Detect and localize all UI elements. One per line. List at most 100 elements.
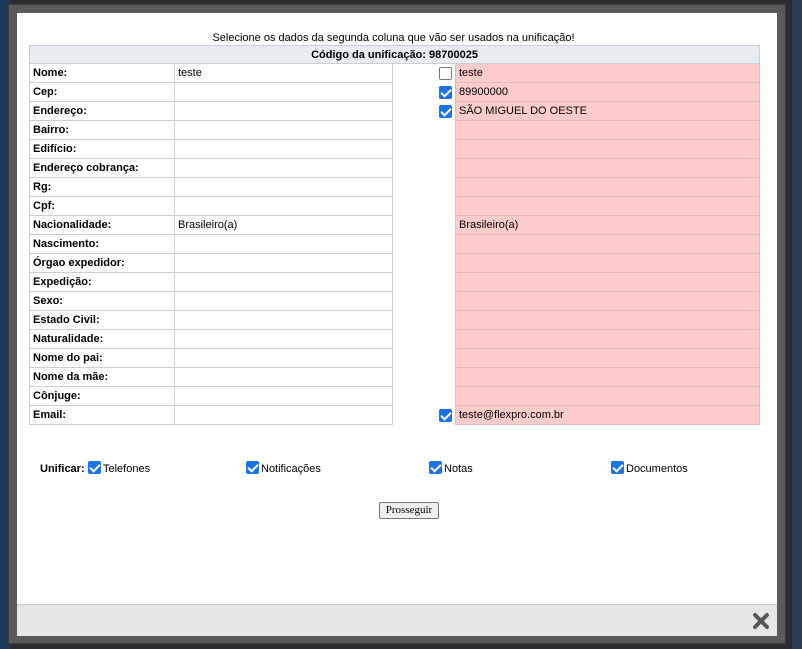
instruction-text: Selecione os dados da segunda coluna que… xyxy=(212,32,575,44)
unify-options: Unificar: Telefones Notificações Notas Docu… xyxy=(40,461,780,475)
field-row: Endereço: SÃO MIGUEL DO OESTE xyxy=(29,101,761,121)
field-label: Endereço: xyxy=(29,101,175,121)
current-value xyxy=(174,139,393,159)
unify-option-checkbox[interactable] xyxy=(611,461,624,474)
current-value xyxy=(174,367,393,387)
select-cell xyxy=(393,406,456,425)
unify-label: Unificar: xyxy=(40,463,85,475)
field-row: Nacionalidade: Brasileiro(a) Brasileiro(a) xyxy=(29,215,761,235)
current-value: teste xyxy=(174,63,393,83)
current-value xyxy=(174,386,393,406)
field-row: Órgao expedidor: xyxy=(29,253,761,273)
field-label: Bairro: xyxy=(29,120,175,140)
new-value xyxy=(454,291,761,311)
current-value xyxy=(174,405,393,425)
current-value xyxy=(174,310,393,330)
field-label: Nacionalidade: xyxy=(29,215,175,235)
select-cell xyxy=(393,159,456,178)
field-label: Nome do pai: xyxy=(29,348,175,368)
current-value xyxy=(174,101,393,121)
unify-option: Documentos xyxy=(611,461,688,475)
new-value xyxy=(454,196,761,216)
unify-option-label: Telefones xyxy=(103,463,151,475)
new-value: 89900000 xyxy=(454,82,761,102)
unify-option-label: Notas xyxy=(444,463,473,475)
field-row: Nascimento: xyxy=(29,234,761,254)
unify-option-checkbox[interactable] xyxy=(88,461,101,474)
field-row: Nome da mãe: xyxy=(29,367,761,387)
field-row: Expedição: xyxy=(29,272,761,292)
unify-option-checkbox[interactable] xyxy=(429,461,442,474)
unify-option-label: Documentos xyxy=(626,463,688,475)
field-row: Edifício: xyxy=(29,139,761,159)
current-value xyxy=(174,329,393,349)
select-cell xyxy=(393,235,456,254)
current-value xyxy=(174,348,393,368)
dialog-footer xyxy=(17,604,777,636)
code-header-row: Código da unificação: 98700025 xyxy=(28,45,761,64)
unify-option: Telefones xyxy=(88,461,150,475)
field-label: Nome da mãe: xyxy=(29,367,175,387)
select-cell xyxy=(393,140,456,159)
current-value xyxy=(174,291,393,311)
current-value xyxy=(174,234,393,254)
new-value xyxy=(454,386,761,406)
field-row: Email: teste@flexpro.com.br xyxy=(29,405,761,425)
field-row: Endereço cobrança: xyxy=(29,158,761,178)
new-value xyxy=(454,120,761,140)
field-label: Nome: xyxy=(29,63,175,83)
field-row: Cpf: xyxy=(29,196,761,216)
field-row: Estado Civil: xyxy=(29,310,761,330)
current-value xyxy=(174,120,393,140)
dialog-content: Selecione os dados da segunda coluna que… xyxy=(28,32,761,425)
new-value xyxy=(454,158,761,178)
select-cell xyxy=(393,273,456,292)
background-right xyxy=(792,0,802,649)
new-value xyxy=(454,139,761,159)
field-row: Bairro: xyxy=(29,120,761,140)
field-label: Cep: xyxy=(29,82,175,102)
current-value xyxy=(174,177,393,197)
new-value xyxy=(454,253,761,273)
unify-option-checkbox[interactable] xyxy=(246,461,259,474)
use-value-checkbox[interactable] xyxy=(439,66,452,80)
new-value xyxy=(454,272,761,292)
field-label: Cônjuge: xyxy=(29,386,175,406)
select-cell xyxy=(393,197,456,216)
new-value xyxy=(454,329,761,349)
use-value-checkbox[interactable] xyxy=(439,104,452,118)
field-row: Naturalidade: xyxy=(29,329,761,349)
current-value xyxy=(174,253,393,273)
use-value-checkbox[interactable] xyxy=(439,408,452,422)
close-icon[interactable] xyxy=(751,611,771,631)
new-value: Brasileiro(a) xyxy=(454,215,761,235)
field-label: Cpf: xyxy=(29,196,175,216)
field-label: Edifício: xyxy=(29,139,175,159)
select-cell xyxy=(393,368,456,387)
unify-option-label: Notificações xyxy=(261,463,321,475)
field-label: Naturalidade: xyxy=(29,329,175,349)
new-value xyxy=(454,310,761,330)
new-value: teste@flexpro.com.br xyxy=(454,405,761,425)
field-row: Nome: teste teste xyxy=(29,63,761,83)
field-row: Cep: 89900000 xyxy=(29,82,761,102)
select-cell xyxy=(393,349,456,368)
field-row: Cônjuge: xyxy=(29,386,761,406)
select-cell xyxy=(393,178,456,197)
current-value xyxy=(174,158,393,178)
field-label: Sexo: xyxy=(29,291,175,311)
select-cell xyxy=(393,216,456,235)
dialog-body: Selecione os dados da segunda coluna que… xyxy=(17,13,780,636)
field-label: Estado Civil: xyxy=(29,310,175,330)
new-value xyxy=(454,234,761,254)
field-label: Expedição: xyxy=(29,272,175,292)
field-row: Nome do pai: xyxy=(29,348,761,368)
select-cell xyxy=(393,83,456,102)
comparison-table: Código da unificação: 98700025 Nome: test… xyxy=(28,45,761,425)
unification-code: Código da unificação: 98700025 xyxy=(28,45,761,64)
proceed-button[interactable]: Prosseguir xyxy=(379,502,439,519)
use-value-checkbox[interactable] xyxy=(439,85,452,99)
unify-option: Notas xyxy=(429,461,473,475)
field-label: Email: xyxy=(29,405,175,425)
current-value xyxy=(174,82,393,102)
